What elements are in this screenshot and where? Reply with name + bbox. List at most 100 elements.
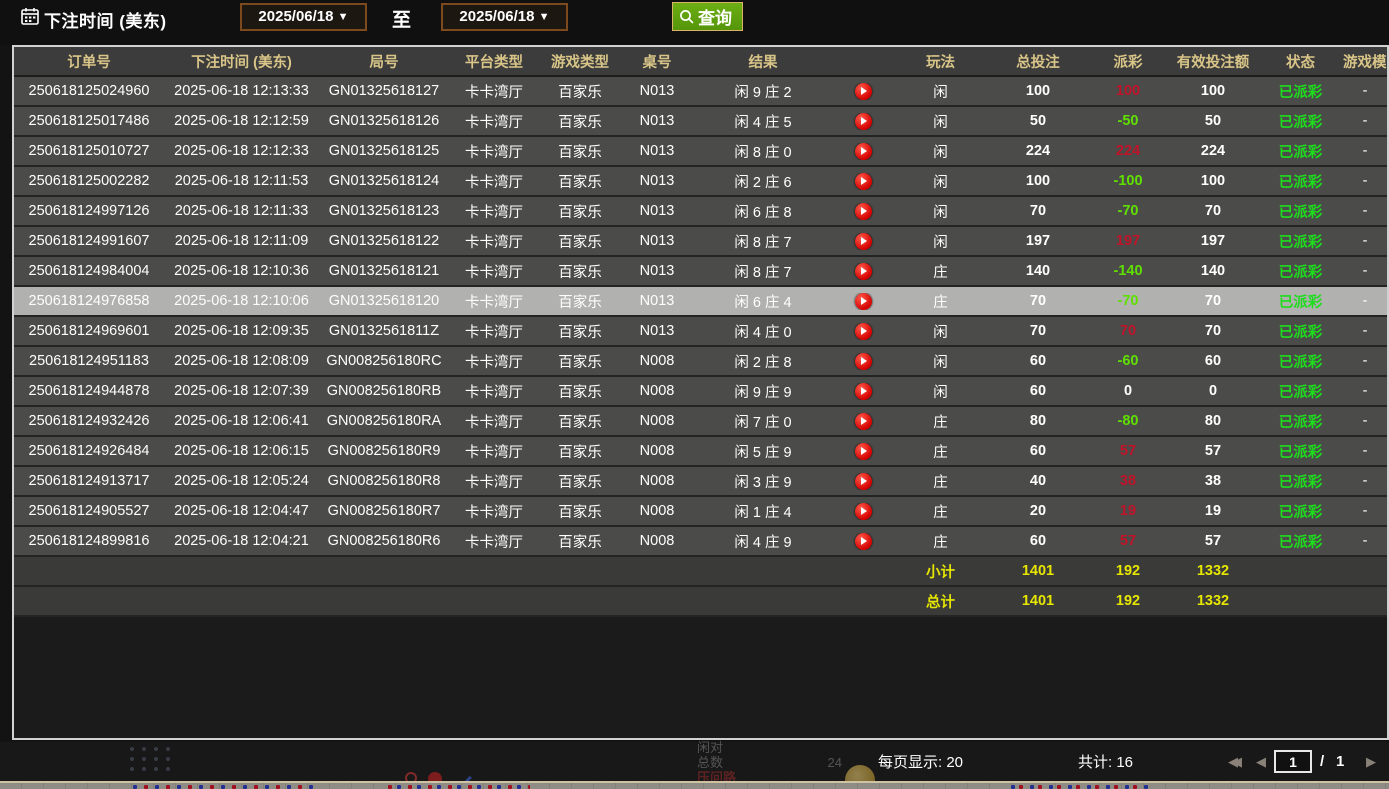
replay-play-icon[interactable]	[855, 233, 872, 250]
table-row[interactable]: 250618125002282 2025-06-18 12:11:53 GN01…	[14, 167, 1387, 197]
replay-play-icon[interactable]	[855, 173, 872, 190]
table-row[interactable]: 250618124913717 2025-06-18 12:05:24 GN00…	[14, 467, 1387, 497]
table-row[interactable]: 250618124944878 2025-06-18 12:07:39 GN00…	[14, 377, 1387, 407]
game-mode-cell: -	[1343, 473, 1387, 489]
total-bet-cell: 50	[988, 113, 1088, 129]
table-no-cell: N008	[621, 473, 693, 489]
game-type-cell: 百家乐	[539, 171, 621, 192]
table-no-cell: N008	[621, 383, 693, 399]
table-row[interactable]: 250618124926484 2025-06-18 12:06:15 GN00…	[14, 437, 1387, 467]
order-id-cell: 250618124951183	[14, 353, 164, 369]
round-id-cell: GN008256180R6	[319, 533, 449, 549]
grand-total-total-bet: 1401	[988, 593, 1088, 609]
replay-play-icon[interactable]	[855, 203, 872, 220]
bet-time-cell: 2025-06-18 12:12:59	[164, 113, 319, 129]
date-from-picker[interactable]: 2025/06/18 ▼	[240, 3, 367, 31]
replay-play-icon[interactable]	[855, 143, 872, 160]
status-cell: 已派彩	[1258, 321, 1343, 342]
payout-cell: 0	[1088, 383, 1168, 399]
round-id-cell: GN01325618127	[319, 83, 449, 99]
payout-cell: 19	[1088, 503, 1168, 519]
game-mode-cell: -	[1343, 323, 1387, 339]
replay-play-icon[interactable]	[855, 323, 872, 340]
round-id-cell: GN0132561811Z	[319, 323, 449, 339]
bet-type-cell: 闲	[893, 81, 988, 102]
bet-time-cell: 2025-06-18 12:06:15	[164, 443, 319, 459]
replay-play-icon[interactable]	[855, 443, 872, 460]
order-id-cell: 250618124976858	[14, 293, 164, 309]
game-type-cell: 百家乐	[539, 531, 621, 552]
table-row[interactable]: 250618124976858 2025-06-18 12:10:06 GN01…	[14, 287, 1387, 317]
filter-bar: 下注时间 (美东) 2025/06/18 ▼ 至 2025/06/18 ▼ 查询	[0, 0, 1389, 45]
bet-type-cell: 庄	[893, 261, 988, 282]
first-page-button[interactable]: ◀◀	[1228, 754, 1254, 770]
bet-type-cell: 闲	[893, 381, 988, 402]
table-row[interactable]: 250618124951183 2025-06-18 12:08:09 GN00…	[14, 347, 1387, 377]
valid-bet-cell: 57	[1168, 533, 1258, 549]
table-row[interactable]: 250618124932426 2025-06-18 12:06:41 GN00…	[14, 407, 1387, 437]
table-row[interactable]: 250618124905527 2025-06-18 12:04:47 GN00…	[14, 497, 1387, 527]
replay-play-icon[interactable]	[855, 293, 872, 310]
order-id-cell: 250618124997126	[14, 203, 164, 219]
next-page-button[interactable]: ▶	[1366, 754, 1376, 770]
bet-time-cell: 2025-06-18 12:04:21	[164, 533, 319, 549]
order-id-cell: 250618124991607	[14, 233, 164, 249]
order-id-cell: 250618124899816	[14, 533, 164, 549]
chevron-down-icon: ▼	[539, 11, 550, 23]
platform-cell: 卡卡湾厅	[449, 531, 539, 552]
header-game-mode: 游戏模式	[1343, 51, 1387, 72]
replay-play-icon[interactable]	[855, 383, 872, 400]
table-row[interactable]: 250618125017486 2025-06-18 12:12:59 GN01…	[14, 107, 1387, 137]
table-row[interactable]: 250618124899816 2025-06-18 12:04:21 GN00…	[14, 527, 1387, 557]
calendar-icon	[21, 7, 39, 25]
order-id-cell: 250618125010727	[14, 143, 164, 159]
order-id-cell: 250618124969601	[14, 323, 164, 339]
result-cell: 闲 2 庄 6	[693, 171, 833, 192]
replay-play-icon[interactable]	[855, 113, 872, 130]
total-bet-cell: 224	[988, 143, 1088, 159]
table-no-cell: N008	[621, 353, 693, 369]
bet-type-cell: 庄	[893, 291, 988, 312]
query-button[interactable]: 查询	[672, 2, 743, 31]
total-bet-cell: 20	[988, 503, 1088, 519]
replay-play-icon[interactable]	[855, 473, 872, 490]
total-bet-cell: 70	[988, 323, 1088, 339]
result-cell: 闲 8 庄 7	[693, 261, 833, 282]
game-mode-cell: -	[1343, 203, 1387, 219]
payout-cell: -100	[1088, 173, 1168, 189]
grand-total-label: 总计	[893, 591, 988, 612]
page-number-input[interactable]	[1274, 750, 1312, 773]
bet-time-cell: 2025-06-18 12:11:33	[164, 203, 319, 219]
status-cell: 已派彩	[1258, 171, 1343, 192]
total-bet-cell: 70	[988, 203, 1088, 219]
table-no-cell: N008	[621, 443, 693, 459]
prev-page-button[interactable]: ◀	[1256, 754, 1266, 770]
table-row[interactable]: 250618124969601 2025-06-18 12:09:35 GN01…	[14, 317, 1387, 347]
replay-play-icon[interactable]	[855, 263, 872, 280]
replay-play-icon[interactable]	[855, 353, 872, 370]
game-mode-cell: -	[1343, 503, 1387, 519]
replay-play-icon[interactable]	[855, 533, 872, 550]
page-separator: /	[1320, 753, 1324, 770]
table-row[interactable]: 250618125010727 2025-06-18 12:12:33 GN01…	[14, 137, 1387, 167]
table-no-cell: N013	[621, 143, 693, 159]
table-row[interactable]: 250618124984004 2025-06-18 12:10:36 GN01…	[14, 257, 1387, 287]
round-id-cell: GN008256180R7	[319, 503, 449, 519]
table-row[interactable]: 250618125024960 2025-06-18 12:13:33 GN01…	[14, 77, 1387, 107]
replay-play-icon[interactable]	[855, 83, 872, 100]
table-header-row: 订单号 下注时间 (美东) 局号 平台类型 游戏类型 桌号 结果 玩法 总投注 …	[14, 47, 1387, 77]
bet-type-cell: 闲	[893, 171, 988, 192]
table-row[interactable]: 250618124991607 2025-06-18 12:11:09 GN01…	[14, 227, 1387, 257]
replay-play-icon[interactable]	[855, 503, 872, 520]
game-type-cell: 百家乐	[539, 81, 621, 102]
bet-time-cell: 2025-06-18 12:10:06	[164, 293, 319, 309]
subtotal-total-bet: 1401	[988, 563, 1088, 579]
subtotal-row: 小计 1401 192 1332	[14, 557, 1387, 587]
platform-cell: 卡卡湾厅	[449, 111, 539, 132]
table-row[interactable]: 250618124997126 2025-06-18 12:11:33 GN01…	[14, 197, 1387, 227]
round-id-cell: GN008256180R9	[319, 443, 449, 459]
bet-time-cell: 2025-06-18 12:07:39	[164, 383, 319, 399]
valid-bet-cell: 57	[1168, 443, 1258, 459]
date-to-picker[interactable]: 2025/06/18 ▼	[441, 3, 568, 31]
replay-play-icon[interactable]	[855, 413, 872, 430]
